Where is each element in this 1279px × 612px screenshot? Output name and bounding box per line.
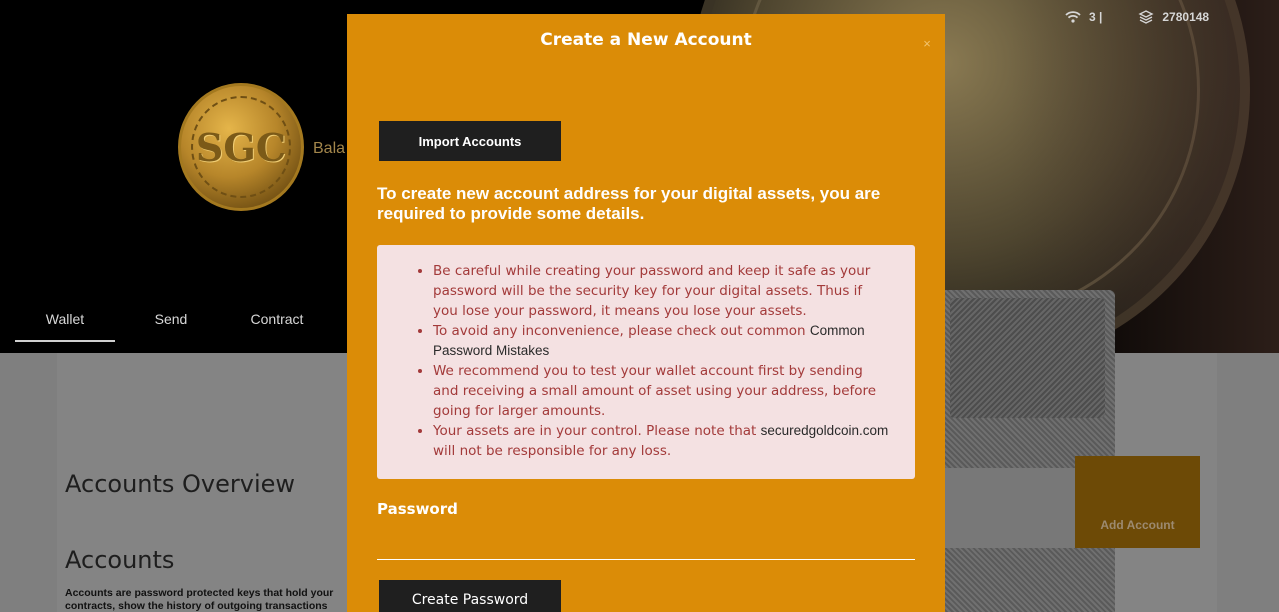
import-accounts-button[interactable]: Import Accounts (379, 121, 561, 161)
securedgoldcoin-link[interactable]: securedgoldcoin.com (761, 423, 889, 438)
warning-box: Be careful while creating your password … (377, 245, 915, 479)
block-status: 2780148 (1138, 9, 1209, 25)
add-account-button[interactable]: Add Account (1075, 456, 1200, 548)
warning-item: We recommend you to test your wallet acc… (433, 361, 891, 421)
tab-wallet[interactable]: Wallet (15, 300, 115, 342)
accounts-title: Accounts (65, 546, 175, 574)
wallet-illustration (940, 290, 1115, 612)
close-icon[interactable]: × (921, 37, 933, 50)
warning-item: To avoid any inconvenience, please check… (433, 321, 891, 361)
create-password-button[interactable]: Create Password (379, 580, 561, 612)
account-field (945, 468, 1075, 548)
block-number: 2780148 (1162, 10, 1210, 24)
logo-text: SGC (195, 124, 287, 170)
accounts-description: Accounts are password protected keys tha… (65, 587, 334, 612)
peers-count: 3 | (1089, 10, 1103, 24)
accounts-overview-title: Accounts Overview (65, 470, 296, 498)
warning-list: Be careful while creating your password … (433, 261, 891, 461)
password-label: Password (377, 500, 458, 518)
password-input[interactable] (377, 526, 915, 560)
main-nav: Wallet Send Contract (15, 300, 333, 342)
peers-status: 3 | (1065, 9, 1102, 25)
warning-item: Be careful while creating your password … (433, 261, 891, 321)
status-bar: 3 | 2780148 (1065, 9, 1239, 25)
create-account-modal: Create a New Account × Import Accounts T… (347, 14, 945, 612)
balance-label: Bala (313, 140, 346, 157)
modal-intro: To create new account address for your d… (377, 184, 881, 223)
warning-item: Your assets are in your control. Please … (433, 421, 891, 461)
tab-contract[interactable]: Contract (227, 300, 327, 342)
modal-title: Create a New Account (540, 30, 752, 50)
sgc-logo: SGC (178, 83, 304, 211)
wifi-icon (1065, 9, 1081, 25)
layers-icon (1138, 9, 1154, 25)
tab-send[interactable]: Send (121, 300, 221, 342)
